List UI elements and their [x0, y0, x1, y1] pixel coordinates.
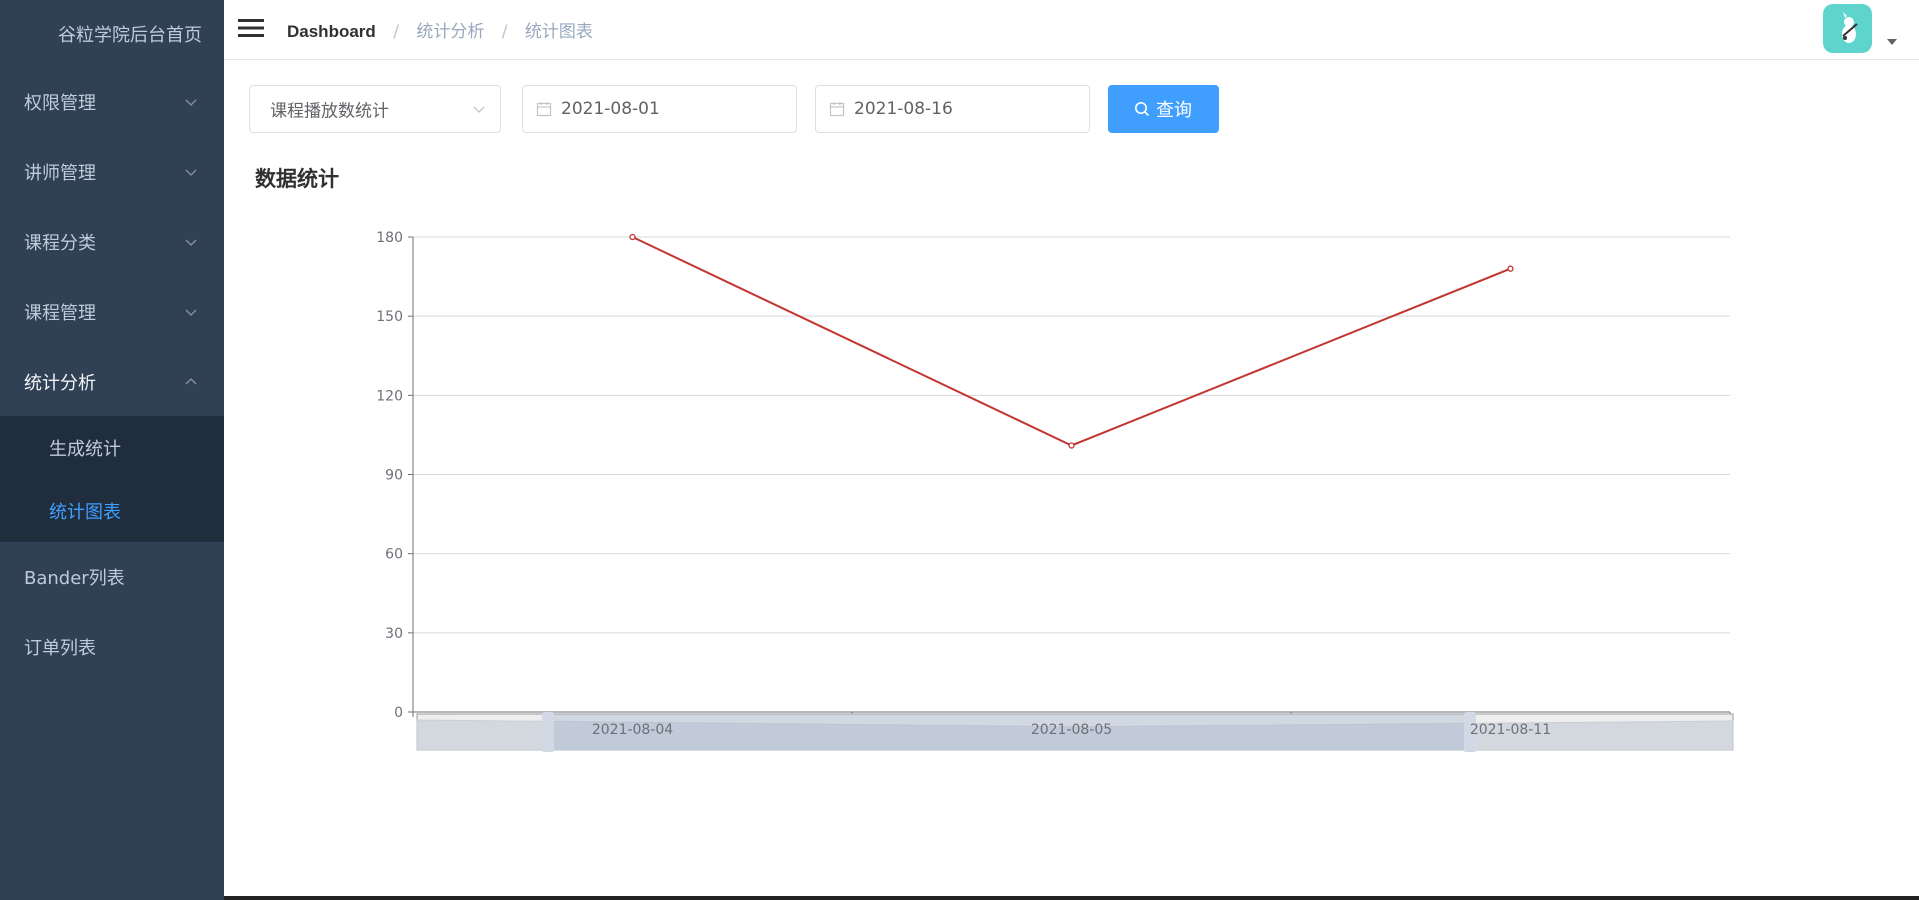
x-tick-label: 2021-08-05	[1031, 722, 1112, 738]
window-bottom-edge	[224, 896, 1919, 900]
sidebar-item-statistics[interactable]: 统计分析	[0, 347, 224, 417]
series-line	[632, 236, 1511, 447]
y-tick-label: 120	[376, 388, 403, 404]
sidebar-item-label: 课程分类	[24, 233, 96, 254]
sidebar-item-label: 讲师管理	[24, 163, 96, 184]
sidebar-item-label: Bander列表	[24, 568, 125, 589]
sidebar-subitem-chart[interactable]: 统计图表	[0, 479, 224, 542]
sidebar-subitem-generate[interactable]: 生成统计	[0, 416, 224, 479]
chevron-down-icon	[185, 99, 197, 106]
y-tick-label: 0	[394, 705, 403, 721]
data-point	[629, 233, 636, 241]
sidebar: 谷粒学院后台首页 权限管理 讲师管理 课程分类 课程管理 统计分析 生成统计 统…	[0, 0, 224, 900]
sidebar-item-label: 统计分析	[24, 373, 96, 394]
sidebar-item-course[interactable]: 课程管理	[0, 277, 224, 347]
datazoom-handle-left	[542, 712, 554, 752]
x-tick-label: 2021-08-04	[592, 722, 673, 738]
chevron-down-icon	[185, 169, 197, 176]
chevron-down-icon	[185, 309, 197, 316]
sidebar-item-orders[interactable]: 订单列表	[0, 612, 224, 682]
y-tick-label: 180	[376, 230, 403, 246]
data-point	[1507, 265, 1514, 272]
sidebar-item-label: 课程管理	[24, 303, 96, 324]
chevron-down-icon	[185, 239, 197, 246]
sidebar-item-banner[interactable]: Bander列表	[0, 542, 224, 612]
line-chart: 0 30 60 90 120 150 180 2021-08-04 2021-08-05 2021…	[376, 230, 1734, 752]
chevron-up-icon	[185, 378, 197, 385]
x-tick-label: 2021-08-11	[1470, 722, 1551, 738]
sidebar-item-subject[interactable]: 课程分类	[0, 207, 224, 277]
sidebar-item-label: 订单列表	[24, 638, 96, 659]
y-tick-label: 90	[385, 468, 403, 484]
y-tick-label: 60	[385, 547, 403, 563]
sidebar-item-permission[interactable]: 权限管理	[0, 67, 224, 137]
sidebar-item-label: 权限管理	[24, 93, 96, 114]
sidebar-subitem-label: 生成统计	[49, 438, 121, 460]
datazoom-window	[548, 714, 1470, 750]
y-tick-label: 150	[376, 309, 403, 325]
y-tick-label: 30	[385, 626, 403, 642]
sidebar-subitem-label: 统计图表	[49, 501, 121, 523]
data-point	[1068, 442, 1075, 449]
sidebar-title[interactable]: 谷粒学院后台首页	[58, 21, 202, 47]
sidebar-item-teacher[interactable]: 讲师管理	[0, 137, 224, 207]
statistics-submenu: 生成统计 统计图表	[0, 416, 224, 542]
